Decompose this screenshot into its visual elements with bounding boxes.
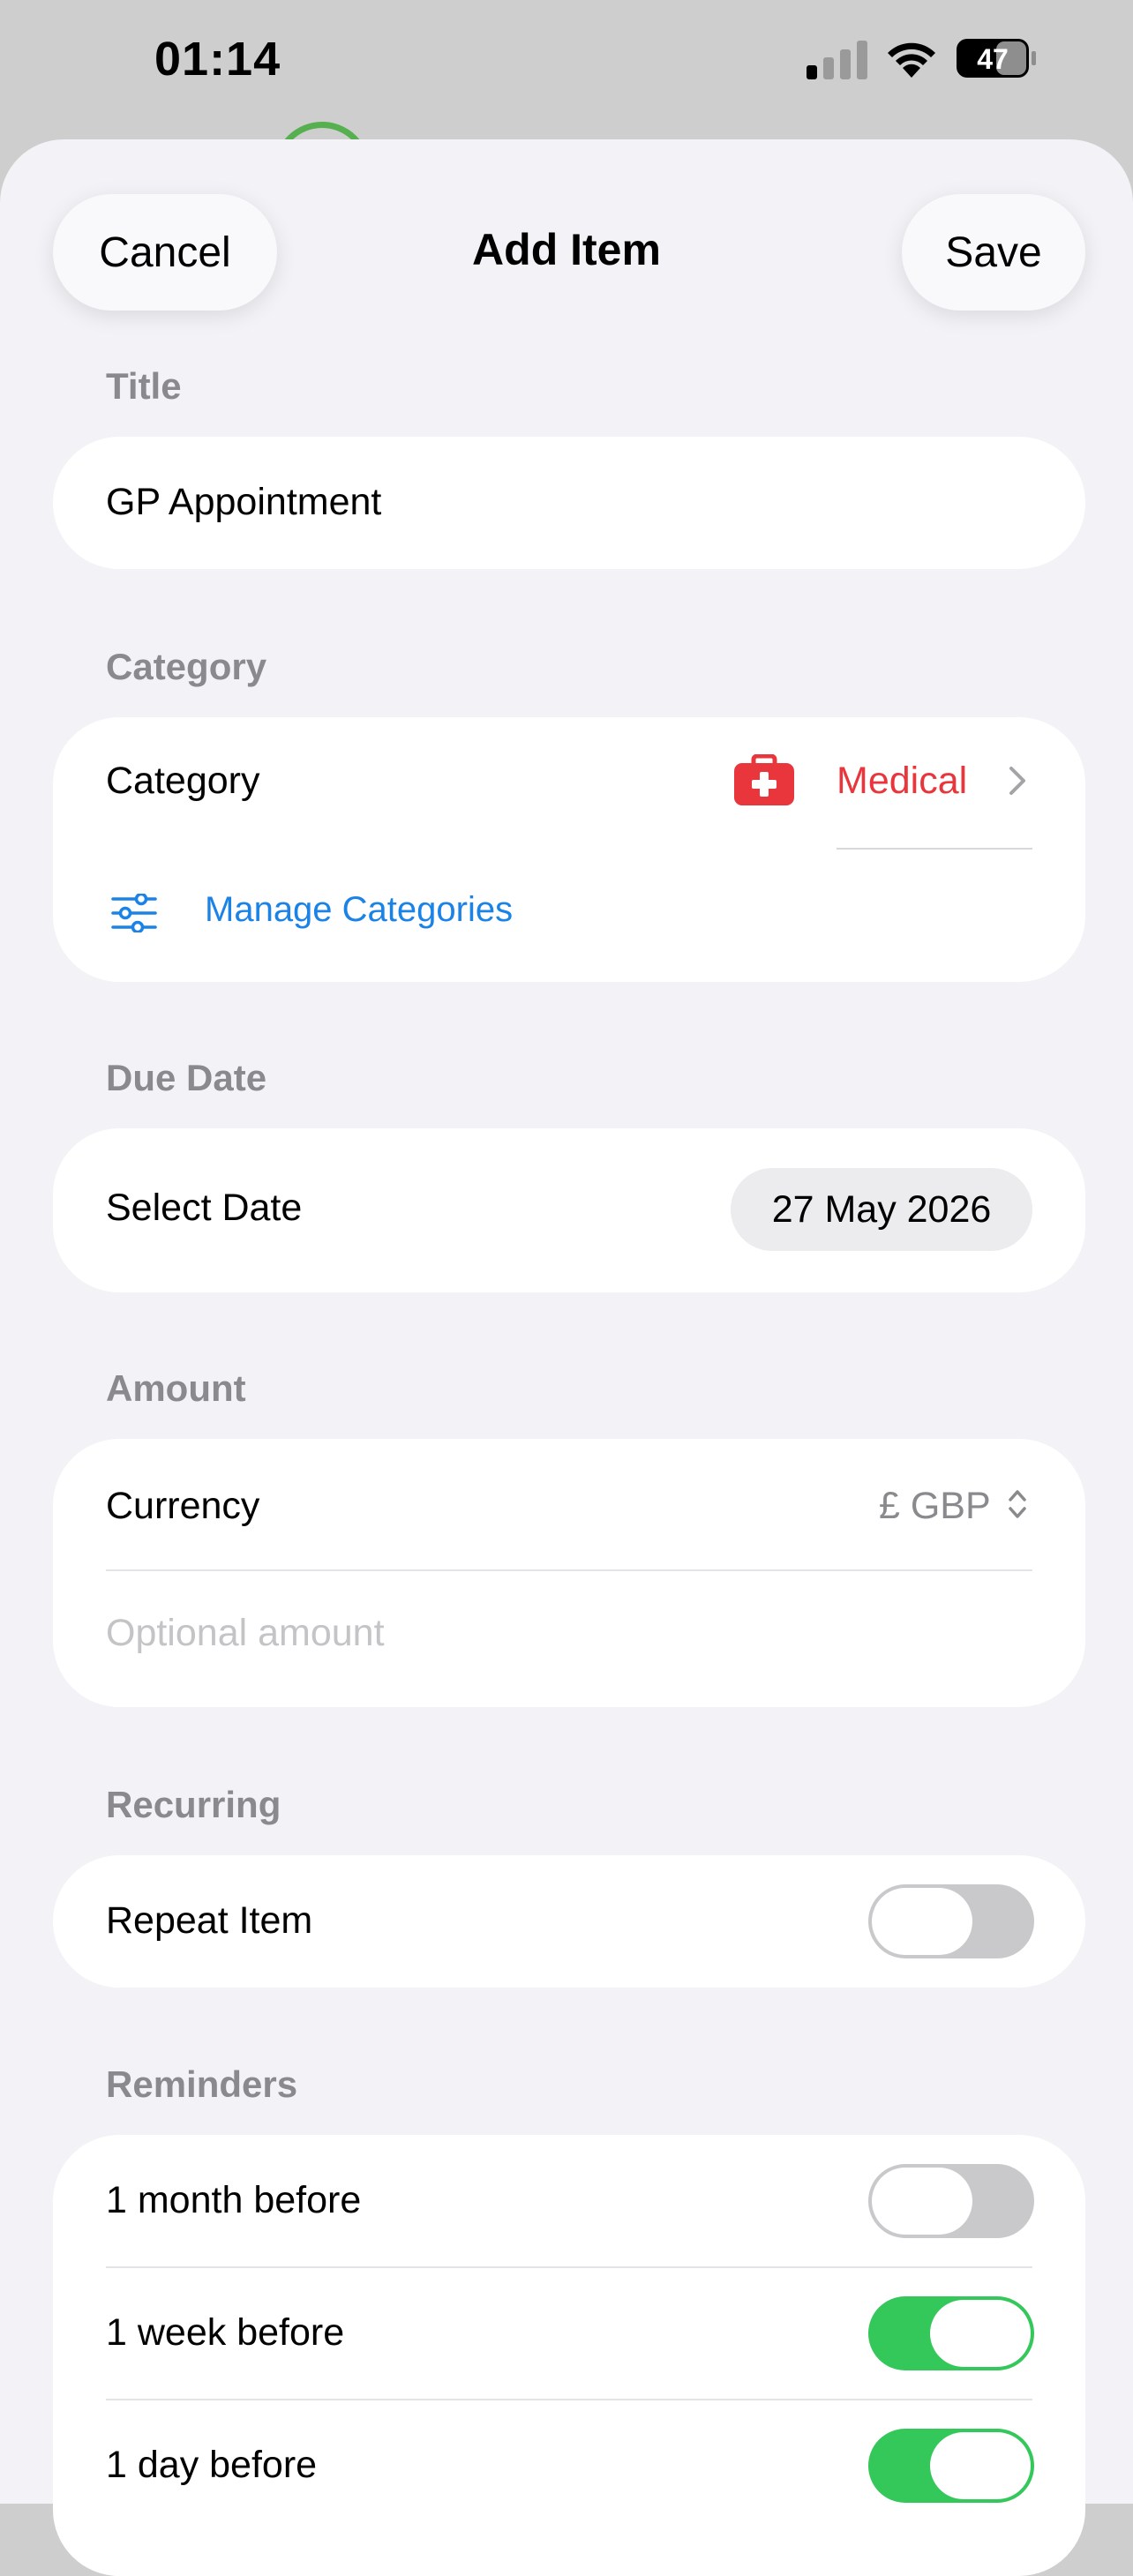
reminder-toggle-1-week[interactable]	[868, 2296, 1034, 2370]
toggle-knob	[930, 2432, 1031, 2499]
toggle-knob	[872, 2168, 972, 2235]
title-card: GP Appointment	[53, 437, 1085, 569]
section-label-recurring: Recurring	[106, 1784, 281, 1825]
category-picker[interactable]: Medical	[837, 760, 967, 803]
manage-categories-link[interactable]: Manage Categories	[205, 890, 513, 930]
reminders-card: 1 month before 1 week before 1 day befor…	[53, 2135, 1085, 2576]
chevron-right-icon[interactable]	[1008, 765, 1027, 797]
battery-level: 47	[977, 43, 1009, 75]
amount-divider	[106, 1569, 1032, 1571]
section-label-title: Title	[106, 365, 182, 407]
reminder-label: 1 day before	[106, 2444, 318, 2486]
save-button[interactable]: Save	[902, 194, 1085, 311]
chevron-up-down-icon[interactable]	[1007, 1486, 1028, 1522]
section-label-amount: Amount	[106, 1367, 246, 1409]
section-label-category: Category	[106, 646, 267, 687]
cellular-signal-icon	[807, 41, 867, 79]
amount-card: Currency £ GBP	[53, 1439, 1085, 1707]
sliders-icon[interactable]	[111, 894, 157, 932]
toggle-knob	[872, 1888, 972, 1955]
status-time: 01:14	[154, 33, 281, 86]
status-bar: 01:14 47	[0, 0, 1133, 132]
medical-kit-icon	[734, 754, 794, 805]
reminder-toggle-1-day[interactable]	[868, 2429, 1034, 2503]
section-label-reminders: Reminders	[106, 2063, 298, 2105]
date-picker-button[interactable]: 27 May 2026	[731, 1168, 1032, 1251]
toggle-knob	[930, 2300, 1031, 2367]
repeat-item-toggle[interactable]	[868, 1884, 1034, 1958]
reminder-divider	[106, 2399, 1032, 2400]
reminder-toggle-1-month[interactable]	[868, 2164, 1034, 2238]
category-card: Category Medical Manage Categories	[53, 717, 1085, 982]
currency-picker[interactable]: £ GBP	[879, 1485, 991, 1528]
recurring-card: Repeat Item	[53, 1855, 1085, 1988]
amount-input[interactable]	[106, 1612, 988, 1655]
reminder-divider	[106, 2266, 1032, 2268]
section-label-due-date: Due Date	[106, 1057, 267, 1098]
repeat-item-label: Repeat Item	[106, 1899, 313, 1942]
reminder-label: 1 month before	[106, 2179, 362, 2221]
category-row-label: Category	[106, 760, 260, 802]
due-date-card: Select Date 27 May 2026	[53, 1128, 1085, 1292]
select-date-label: Select Date	[106, 1187, 303, 1229]
wifi-icon	[888, 42, 935, 78]
title-field[interactable]: GP Appointment	[106, 481, 381, 524]
add-item-sheet: Cancel Add Item Save Title GP Appointmen…	[0, 139, 1133, 2576]
reminder-label: 1 week before	[106, 2311, 345, 2354]
battery-icon: 47	[957, 39, 1036, 78]
category-underline	[837, 848, 1032, 850]
currency-label: Currency	[106, 1485, 260, 1527]
